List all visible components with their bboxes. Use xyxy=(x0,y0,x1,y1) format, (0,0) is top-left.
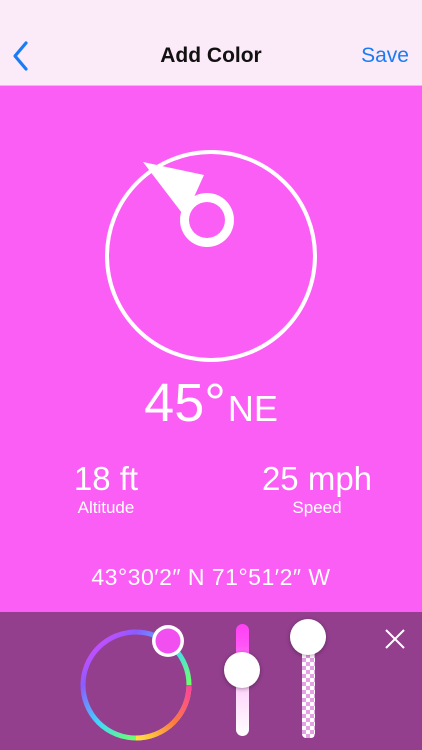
altitude-value: 18 ft xyxy=(73,460,139,497)
compass-heading: 45°NE xyxy=(0,372,422,434)
close-button[interactable] xyxy=(383,627,407,651)
color-picker-toolbar xyxy=(0,612,422,750)
speed-value: 25 mph xyxy=(261,460,373,497)
altitude-label: Altitude xyxy=(77,498,135,517)
coordinates: 43°30′2″ N 71°51′2″ W xyxy=(91,564,331,590)
save-button[interactable]: Save xyxy=(361,44,409,68)
speed-label: Speed xyxy=(292,498,342,517)
brightness-slider-knob[interactable] xyxy=(224,652,260,688)
heading-degrees: 45° xyxy=(144,373,226,433)
navigation-bar: Add Color Save xyxy=(0,0,422,86)
speed-stat: 25 mph Speed xyxy=(252,460,382,518)
opacity-slider-knob[interactable] xyxy=(290,619,326,655)
compass-needle-icon xyxy=(105,150,317,362)
page-title: Add Color xyxy=(160,44,262,67)
hue-wheel[interactable] xyxy=(74,618,198,742)
close-icon xyxy=(385,629,405,649)
altitude-stat: 18 ft Altitude xyxy=(66,460,146,518)
heading-direction: NE xyxy=(227,388,278,429)
color-preview-area: 45°NE 18 ft Altitude 25 mph Speed 43°30′… xyxy=(0,86,422,612)
opacity-slider-track[interactable] xyxy=(302,646,315,738)
hue-selector-knob[interactable] xyxy=(152,625,184,657)
